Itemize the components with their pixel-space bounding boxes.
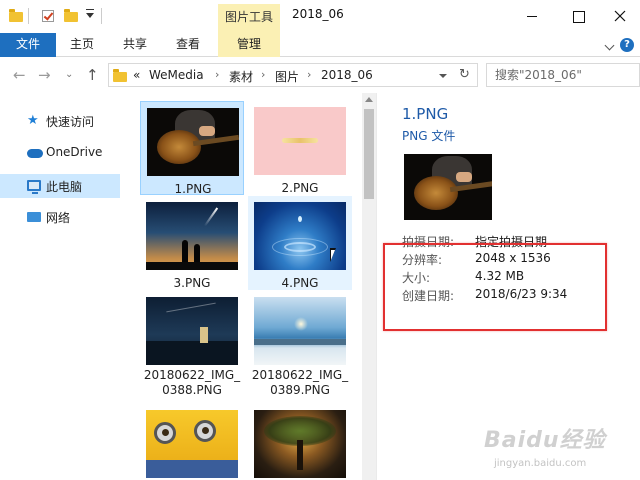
file-tile[interactable]: 2.PNG bbox=[248, 101, 352, 195]
file-tile[interactable]: 4.PNG bbox=[248, 196, 352, 290]
red-highlight-box bbox=[383, 243, 607, 331]
thumbnail bbox=[254, 297, 346, 365]
preview-thumbnail bbox=[404, 154, 492, 220]
address-toolbar: ← → ⌄ ↑ « WeMedia › 素材 › 图片 › 2018_06 ↻ bbox=[0, 57, 640, 93]
thumbnail bbox=[146, 297, 238, 365]
file-name-line: 0389.PNG bbox=[270, 383, 330, 397]
address-bar[interactable]: « WeMedia › 素材 › 图片 › 2018_06 ↻ bbox=[108, 63, 478, 87]
star-icon: ★ bbox=[27, 113, 39, 128]
minimize-button[interactable] bbox=[508, 0, 554, 33]
address-history-dropdown-icon[interactable] bbox=[439, 74, 447, 78]
sidebar-item-label: 此电脑 bbox=[46, 180, 83, 194]
sidebar-item-quick-access[interactable]: ★ 快速访问 bbox=[0, 109, 122, 133]
file-name-line: 0388.PNG bbox=[162, 383, 222, 397]
tab-manage[interactable]: 管理 bbox=[218, 33, 280, 57]
network-icon bbox=[27, 212, 41, 222]
file-list: 1.PNG 2.PNG 3.PNG 4.PNG 20180622_IMG_ 03… bbox=[122, 93, 362, 480]
preview-file-name: 1.PNG bbox=[402, 105, 449, 123]
breadcrumb-overflow[interactable]: « bbox=[133, 68, 140, 82]
file-name-line: 20180622_IMG_ bbox=[251, 368, 349, 382]
breadcrumb-separator-icon[interactable]: › bbox=[215, 68, 219, 81]
file-tile[interactable] bbox=[140, 404, 244, 480]
file-list-scrollbar[interactable] bbox=[362, 93, 376, 480]
tab-view[interactable]: 查看 bbox=[176, 33, 200, 57]
tab-home[interactable]: 主页 bbox=[70, 33, 94, 57]
breadcrumb-separator-icon[interactable]: › bbox=[307, 68, 311, 81]
thumbnail bbox=[254, 107, 346, 175]
file-tile[interactable]: 20180622_IMG_ 0388.PNG bbox=[140, 291, 244, 403]
help-icon[interactable]: ? bbox=[620, 38, 634, 52]
sidebar-item-label: OneDrive bbox=[46, 145, 103, 159]
maximize-button[interactable] bbox=[554, 0, 600, 33]
breadcrumb-2018-06[interactable]: 2018_06 bbox=[321, 68, 373, 82]
watermark-url: jingyan.baidu.com bbox=[494, 458, 587, 469]
back-arrow-icon[interactable]: ← bbox=[13, 66, 26, 84]
recent-locations-chevron-icon[interactable]: ⌄ bbox=[65, 66, 73, 84]
ribbon-tabs: 文件 主页 共享 查看 管理 ? bbox=[0, 33, 640, 57]
breadcrumb-pictures[interactable]: 图片 bbox=[275, 68, 299, 85]
picture-tools-tab-group: 图片工具 bbox=[218, 4, 280, 33]
thumbnail bbox=[254, 410, 346, 478]
title-bar: 图片工具 2018_06 bbox=[0, 0, 640, 33]
folder-icon bbox=[9, 9, 23, 23]
expand-ribbon-icon[interactable] bbox=[604, 40, 615, 51]
file-name: 20180622_IMG_ 0388.PNG bbox=[140, 368, 244, 398]
watermark-text: Baidu经验 bbox=[484, 428, 606, 453]
sidebar-item-this-pc[interactable]: 此电脑 bbox=[0, 174, 120, 198]
properties-check-icon[interactable] bbox=[41, 9, 55, 23]
file-name: 4.PNG bbox=[281, 276, 319, 290]
file-name: 3.PNG bbox=[173, 276, 211, 290]
close-icon bbox=[614, 10, 626, 22]
file-tile[interactable]: 20180622_IMG_ 0389.PNG bbox=[248, 291, 352, 403]
file-name: 20180622_IMG_ 0389.PNG bbox=[248, 368, 352, 398]
separator bbox=[101, 8, 102, 24]
separator bbox=[28, 8, 29, 24]
breadcrumb-separator-icon[interactable]: › bbox=[261, 68, 265, 81]
folder-icon bbox=[113, 69, 127, 83]
file-name-line: 20180622_IMG_ bbox=[143, 368, 241, 382]
file-tile[interactable]: 3.PNG bbox=[140, 196, 244, 290]
file-name: 1.PNG bbox=[174, 182, 212, 196]
forward-arrow-icon[interactable]: → bbox=[38, 66, 51, 84]
close-button[interactable] bbox=[600, 0, 640, 33]
breadcrumb-wemedia[interactable]: WeMedia bbox=[149, 68, 204, 82]
sidebar-item-onedrive[interactable]: OneDrive bbox=[0, 141, 122, 165]
thumbnail bbox=[146, 410, 238, 478]
thumbnail bbox=[146, 202, 238, 270]
refresh-icon[interactable]: ↻ bbox=[459, 67, 470, 82]
file-tile[interactable]: 1.PNG bbox=[140, 101, 244, 196]
navigation-pane: ★ 快速访问 OneDrive 此电脑 网络 bbox=[0, 93, 122, 480]
cloud-icon bbox=[27, 149, 43, 158]
breadcrumb-material[interactable]: 素材 bbox=[229, 68, 253, 85]
tab-share[interactable]: 共享 bbox=[123, 33, 147, 57]
scroll-up-arrow-icon[interactable] bbox=[365, 97, 373, 102]
sidebar-item-network[interactable]: 网络 bbox=[0, 205, 122, 229]
sidebar-item-label: 快速访问 bbox=[46, 115, 95, 129]
tab-file[interactable]: 文件 bbox=[0, 33, 56, 57]
file-name: 2.PNG bbox=[281, 181, 319, 195]
up-arrow-icon[interactable]: ↑ bbox=[86, 66, 99, 84]
computer-icon bbox=[27, 180, 41, 194]
quick-access-dropdown-icon[interactable] bbox=[86, 9, 94, 18]
preview-file-type: PNG 文件 bbox=[402, 129, 456, 143]
new-folder-icon[interactable] bbox=[64, 9, 78, 23]
sidebar-item-label: 网络 bbox=[46, 211, 71, 225]
file-tile[interactable] bbox=[248, 404, 352, 480]
search-box[interactable] bbox=[486, 63, 640, 87]
watermark-logo: Baidu经验 jingyan.baidu.com bbox=[484, 422, 634, 476]
window-title: 2018_06 bbox=[292, 7, 344, 21]
thumbnail bbox=[147, 108, 239, 176]
search-input[interactable] bbox=[495, 67, 635, 83]
mouse-cursor bbox=[330, 248, 336, 262]
scrollbar-thumb[interactable] bbox=[364, 109, 374, 199]
